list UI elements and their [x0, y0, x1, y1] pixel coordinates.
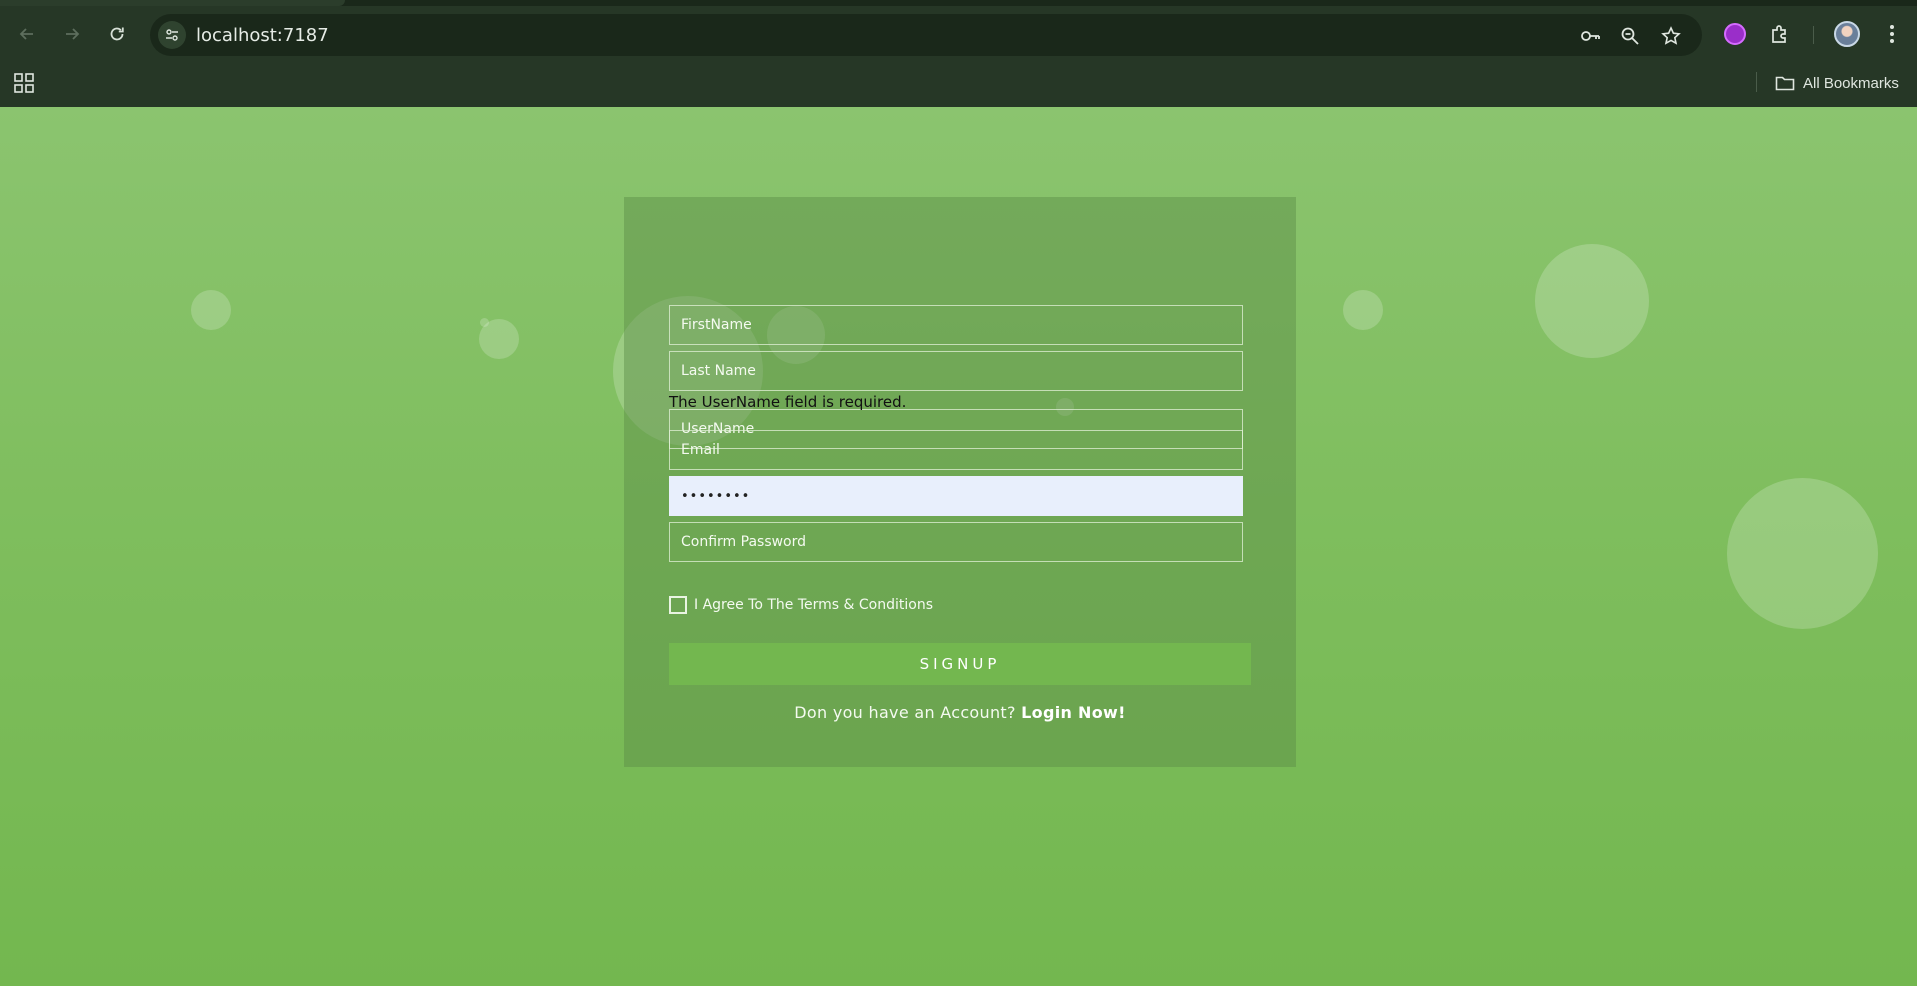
- zoom-button[interactable]: [1618, 24, 1642, 48]
- apps-grid-icon[interactable]: [13, 72, 35, 94]
- last-name-placeholder: Last Name: [681, 363, 756, 379]
- decorative-bubble: [480, 318, 489, 327]
- tune-icon: [166, 29, 178, 41]
- first-name-placeholder: FirstName: [681, 317, 752, 333]
- decorative-bubble: [1535, 244, 1649, 358]
- signup-button[interactable]: SIGNUP: [669, 643, 1251, 685]
- terms-label[interactable]: I Agree To The Terms & Conditions: [694, 597, 933, 613]
- confirm-password-field[interactable]: Confirm Password: [669, 522, 1243, 562]
- signup-card: FirstName Last Name UserName The UserNam…: [624, 197, 1296, 767]
- site-info-button[interactable]: [158, 21, 186, 49]
- url-text[interactable]: localhost:7187: [196, 25, 329, 46]
- key-icon: [1581, 31, 1600, 41]
- extension-icon: [1724, 23, 1746, 45]
- bookmarks-bar: All Bookmarks: [0, 62, 1917, 107]
- account-prompt-text: Don you have an Account?: [794, 703, 1016, 722]
- decorative-bubble: [1343, 290, 1383, 330]
- last-name-field[interactable]: Last Name: [669, 351, 1243, 391]
- terms-checkbox[interactable]: [669, 596, 687, 614]
- profile-button[interactable]: [1833, 20, 1861, 48]
- password-field[interactable]: ••••••••: [669, 476, 1243, 516]
- forward-button[interactable]: [58, 20, 86, 48]
- decorative-bubble: [1727, 478, 1878, 629]
- reload-button[interactable]: [103, 20, 131, 48]
- login-prompt: Don you have an Account? Login Now!: [624, 703, 1296, 722]
- puzzle-icon: [1772, 25, 1786, 43]
- extensions-menu-button[interactable]: [1766, 20, 1794, 48]
- address-bar[interactable]: localhost:7187: [150, 14, 1702, 56]
- bookmark-star-button[interactable]: [1659, 24, 1683, 48]
- confirm-password-placeholder: Confirm Password: [681, 534, 807, 550]
- all-bookmarks-button[interactable]: All Bookmarks: [1775, 71, 1899, 95]
- browser-chrome: localhost:7187 All Bookmarks: [0, 0, 1917, 107]
- email-placeholder: Email: [681, 442, 720, 458]
- star-icon: [1661, 26, 1681, 45]
- terms-row: I Agree To The Terms & Conditions: [669, 596, 933, 614]
- browser-menu-button[interactable]: [1878, 20, 1906, 48]
- zoom-icon: [1621, 27, 1639, 45]
- arrow-right-icon: [66, 28, 80, 40]
- kebab-menu-icon: [1890, 25, 1894, 43]
- extension-button[interactable]: [1721, 20, 1749, 48]
- back-button[interactable]: [13, 20, 41, 48]
- bookmarks-divider: [1756, 72, 1757, 92]
- folder-icon: [1775, 76, 1795, 91]
- email-field[interactable]: Email: [669, 430, 1243, 470]
- username-error-message: The UserName field is required.: [669, 393, 907, 411]
- first-name-field[interactable]: FirstName: [669, 305, 1243, 345]
- page-background: FirstName Last Name UserName The UserNam…: [0, 107, 1917, 986]
- all-bookmarks-label: All Bookmarks: [1803, 74, 1899, 92]
- decorative-bubble: [191, 290, 231, 330]
- password-key-button[interactable]: [1578, 24, 1602, 48]
- reload-icon: [110, 27, 124, 41]
- login-link[interactable]: Login Now!: [1021, 703, 1126, 722]
- avatar: [1834, 21, 1860, 47]
- toolbar-divider: [1813, 26, 1814, 44]
- arrow-left-icon: [19, 28, 33, 40]
- browser-toolbar: localhost:7187: [0, 6, 1917, 62]
- password-value: ••••••••: [681, 488, 751, 504]
